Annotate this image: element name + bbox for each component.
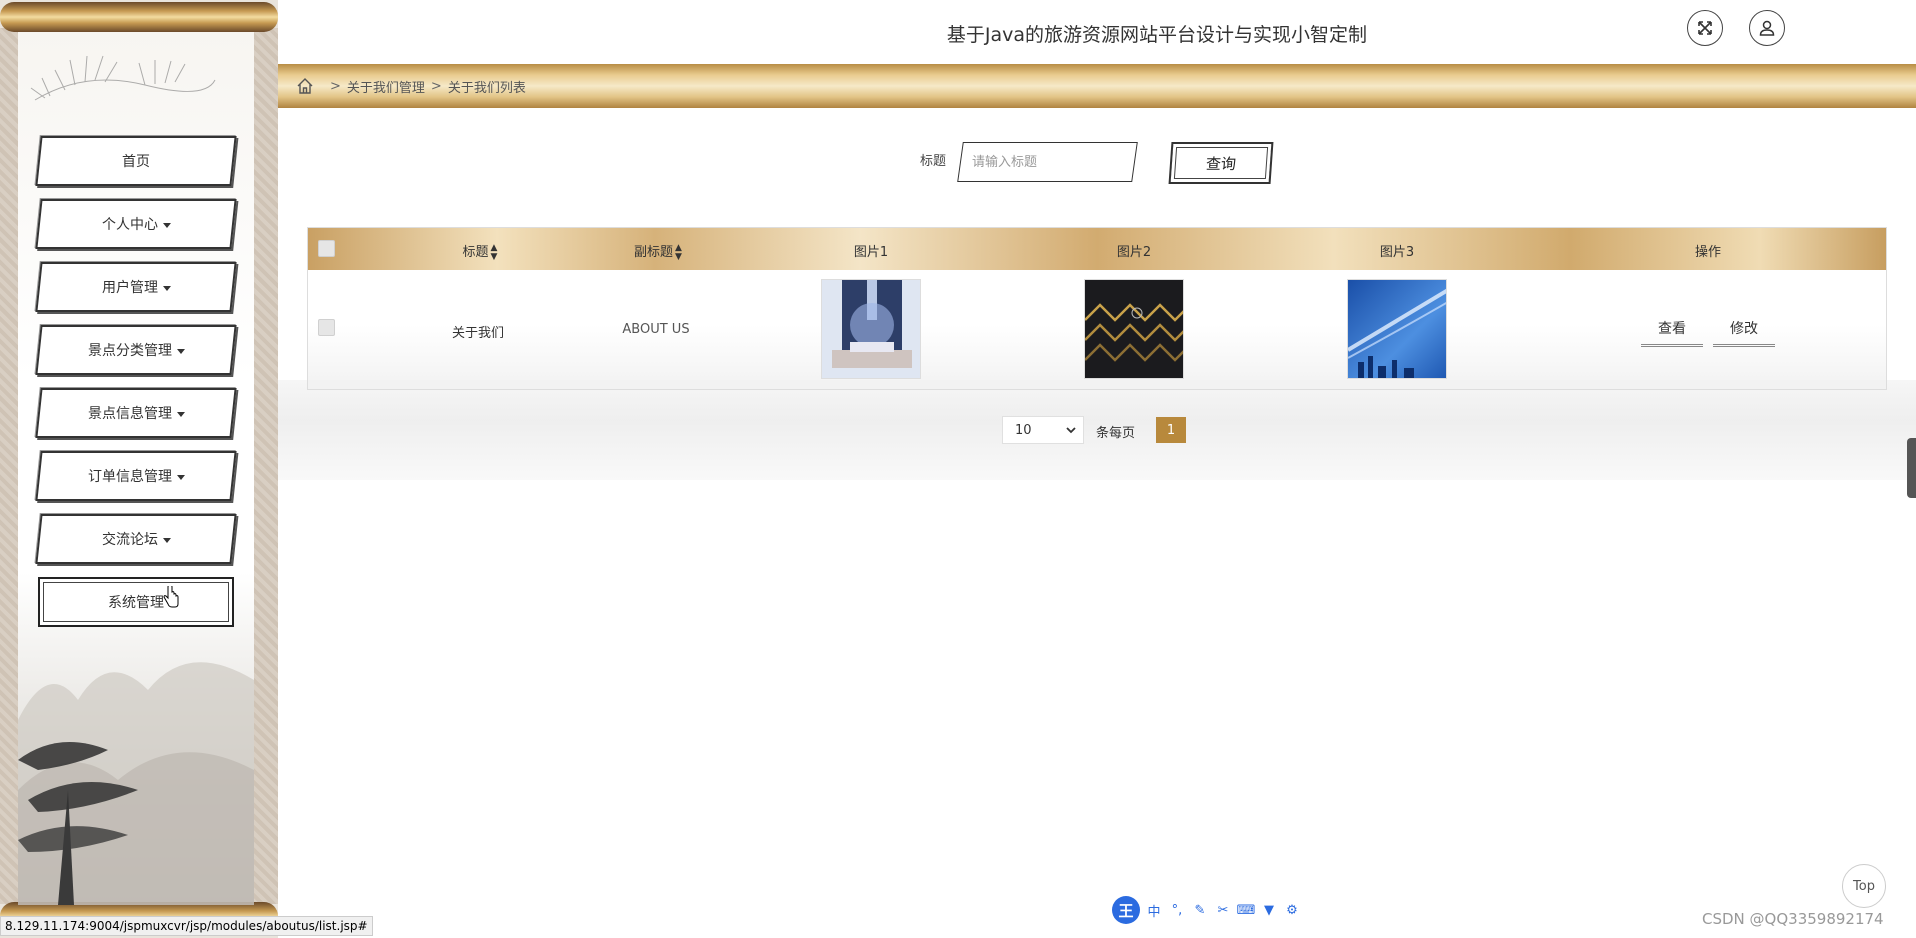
breadcrumb-separator: > <box>430 78 442 94</box>
cell-subtitle: ABOUT US <box>622 322 690 337</box>
picture-2-thumbnail[interactable] <box>1084 279 1184 379</box>
blue-city-image <box>1348 280 1446 378</box>
caret-down-icon <box>176 474 185 480</box>
column-header-actions: 操作 <box>1694 245 1721 260</box>
ime-logo-icon[interactable]: 王 <box>1112 896 1140 924</box>
page-size-label: 条每页 <box>1096 426 1136 441</box>
caret-down-icon <box>176 411 185 417</box>
sidebar-item-home[interactable]: 首页 <box>35 136 237 186</box>
top-header: 基于Java的旅游资源网站平台设计与实现小智定制 <box>278 0 1916 64</box>
page-size-select[interactable]: 10 <box>1002 416 1084 444</box>
caret-down-icon <box>176 348 185 354</box>
sidebar-item-label: 订单信息管理 <box>87 469 172 485</box>
column-header-pic2: 图片2 <box>1116 245 1152 260</box>
breadcrumb-item-aboutus-list: 关于我们列表 <box>447 80 526 96</box>
caret-down-icon <box>162 222 171 228</box>
sidebar-item-label: 用户管理 <box>101 280 158 296</box>
punctuation-icon[interactable]: °, <box>1168 901 1186 919</box>
keyboard-icon[interactable]: ⌨ <box>1237 901 1256 919</box>
scroll-rod-top <box>0 2 278 32</box>
ime-mode-toggle[interactable]: 中 <box>1145 901 1163 920</box>
gold-geometric-image <box>1085 280 1183 378</box>
sort-icon: ▲ ▼ <box>675 242 682 262</box>
user-profile-button[interactable] <box>1749 10 1785 46</box>
pine-branch-decoration <box>30 55 216 101</box>
expand-arrows-icon <box>1698 21 1712 35</box>
column-header-pic3: 图片3 <box>1379 245 1415 260</box>
picture-3-thumbnail[interactable] <box>1347 279 1447 379</box>
sidebar-item-label: 景点分类管理 <box>87 343 172 359</box>
sidebar-item-label: 系统管理 <box>108 595 164 611</box>
view-button[interactable]: 查看 <box>1641 318 1703 347</box>
caret-down-icon <box>162 537 171 543</box>
sidebar-item-spot-info[interactable]: 景点信息管理 <box>35 388 237 438</box>
sidebar-menu: 首页 个人中心 用户管理 景点分类管理 景点信息管理 订单信息管理 交流论坛 系… <box>35 136 238 640</box>
scissors-icon[interactable]: ✂ <box>1214 901 1232 919</box>
data-table: 标题 ▲ ▼ 副标题 ▲ ▼ 图片1 图片2 图片3 操作 关于我们 ABOUT US <box>307 227 1887 390</box>
sidebar: 首页 个人中心 用户管理 景点分类管理 景点信息管理 订单信息管理 交流论坛 系… <box>0 0 278 938</box>
sidebar-item-user-management[interactable]: 用户管理 <box>35 262 237 312</box>
hand-cursor-icon <box>163 586 179 608</box>
watermark: CSDN @QQ3359892174 <box>1702 910 1884 928</box>
scroll-edge-left <box>0 28 18 904</box>
sort-icon: ▲ ▼ <box>490 242 498 262</box>
select-all-checkbox[interactable] <box>318 240 335 257</box>
chevron-down-icon <box>1066 427 1076 434</box>
search-label: 标题 <box>920 154 947 169</box>
breadcrumb-separator: > <box>330 78 341 94</box>
side-panel-tab[interactable] <box>1907 438 1916 498</box>
status-bar-url: 8.129.11.174:9004/jspmuxcvr/jsp/modules/… <box>0 916 373 936</box>
sidebar-item-label: 交流论坛 <box>101 532 158 548</box>
cell-title: 关于我们 <box>451 326 504 341</box>
breadcrumb-item-aboutus-management[interactable]: 关于我们管理 <box>347 77 425 96</box>
pen-icon[interactable]: ✎ <box>1191 901 1209 919</box>
fullscreen-button[interactable] <box>1687 10 1723 46</box>
sidebar-item-label: 首页 <box>122 154 150 170</box>
user-icon <box>1759 20 1775 36</box>
home-icon[interactable] <box>296 77 314 95</box>
page-number-current[interactable]: 1 <box>1156 417 1186 443</box>
edit-button[interactable]: 修改 <box>1713 318 1775 347</box>
sidebar-item-system-management[interactable]: 系统管理 <box>38 577 234 627</box>
picture-1-thumbnail[interactable] <box>821 279 921 379</box>
gear-icon[interactable]: ⚙ <box>1283 901 1301 919</box>
sidebar-item-spot-category[interactable]: 景点分类管理 <box>35 325 237 375</box>
row-checkbox[interactable] <box>318 319 335 336</box>
scroll-edge-right <box>254 28 278 904</box>
search-input[interactable] <box>972 150 1122 174</box>
caret-down-icon <box>162 285 171 291</box>
sidebar-item-label: 景点信息管理 <box>87 406 172 422</box>
back-to-top-button[interactable]: Top <box>1842 864 1886 908</box>
column-header-pic1: 图片1 <box>853 245 889 260</box>
mountain-pine-painting <box>18 662 254 905</box>
column-header-subtitle[interactable]: 副标题 ▲ ▼ <box>603 241 713 262</box>
column-header-title[interactable]: 标题 ▲ ▼ <box>430 241 530 262</box>
shirt-icon[interactable]: ▼ <box>1260 901 1278 919</box>
business-tablet-image <box>822 280 920 378</box>
sidebar-item-label: 个人中心 <box>101 217 158 233</box>
sidebar-item-forum[interactable]: 交流论坛 <box>35 514 237 564</box>
search-button[interactable]: 查询 <box>1168 142 1274 184</box>
ime-toolbar: 王 中 °, ✎ ✂ ⌨ ▼ ⚙ <box>1112 896 1312 924</box>
sidebar-item-order-info[interactable]: 订单信息管理 <box>35 451 237 501</box>
page-title: 基于Java的旅游资源网站平台设计与实现小智定制 <box>946 24 1368 46</box>
table-header: 标题 ▲ ▼ 副标题 ▲ ▼ 图片1 图片2 图片3 操作 <box>308 228 1886 270</box>
breadcrumb: > 关于我们管理 > 关于我们列表 <box>278 64 1916 108</box>
sidebar-item-personal-center[interactable]: 个人中心 <box>35 199 237 249</box>
